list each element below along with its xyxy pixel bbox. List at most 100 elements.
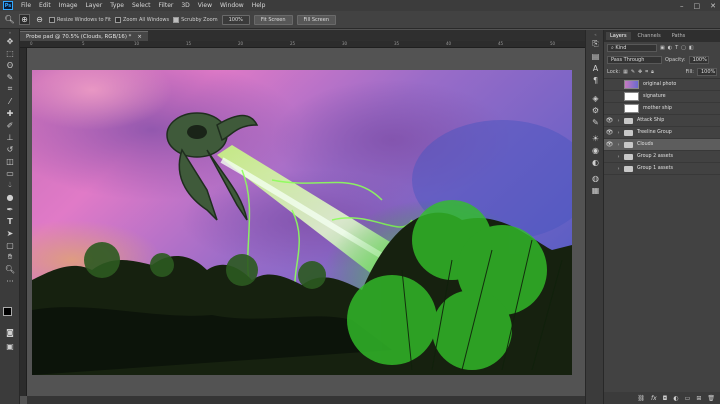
screen-mode-icon[interactable]: ▣ [0, 340, 20, 352]
more-tools-icon[interactable]: ··· [0, 275, 20, 287]
layer-row[interactable]: › Group 2 assets [604, 151, 720, 163]
fill-screen-button[interactable]: Fill Screen [296, 14, 337, 25]
horizontal-scrollbar[interactable] [27, 396, 585, 404]
adjustment-layer-icon[interactable]: ◐ [673, 395, 678, 402]
quick-mask-icon[interactable]: ◙ [0, 326, 20, 338]
layer-row[interactable]: › Group 1 assets [604, 163, 720, 175]
tab-layers[interactable]: Layers [606, 32, 631, 40]
pen-tool-icon[interactable]: ✒ [0, 203, 20, 215]
zoom-out-icon[interactable]: ⊖ [34, 14, 45, 25]
eye-icon[interactable]: 👁︎ [604, 141, 615, 148]
dodge-tool-icon[interactable]: ● [0, 191, 20, 203]
brush-tool-icon[interactable]: ✐ [0, 119, 20, 131]
layer-row[interactable]: mother ship [604, 103, 720, 115]
eye-icon[interactable]: 👁︎ [604, 117, 615, 124]
filter-smart-icon[interactable]: ◧ [689, 45, 694, 51]
filter-adjust-icon[interactable]: ◐ [668, 45, 672, 51]
zoom-all-windows-checkbox[interactable]: Zoom All Windows [115, 16, 169, 23]
menu-3d[interactable]: 3D [177, 2, 193, 9]
lock-pixels-icon[interactable]: ▦ [623, 69, 628, 75]
filter-kind-select[interactable]: ⌕ Kind [607, 44, 657, 52]
color-icon[interactable]: ◐ [586, 156, 605, 168]
adjustments-icon[interactable]: ⚙︎ [586, 104, 605, 116]
menu-image[interactable]: Image [55, 2, 82, 9]
opacity-field[interactable]: 100% [688, 56, 709, 64]
resize-windows-checkbox[interactable]: Resize Windows to Fit [49, 16, 111, 23]
menu-view[interactable]: View [194, 2, 216, 9]
filter-shape-icon[interactable]: ▢ [681, 45, 686, 51]
tab-channels[interactable]: Channels [634, 32, 665, 40]
new-group-icon[interactable]: ▭ [685, 395, 691, 402]
tab-paths[interactable]: Paths [668, 32, 690, 40]
document-canvas[interactable] [32, 70, 572, 375]
blend-mode-select[interactable]: Pass Through [607, 56, 662, 64]
paths-icon[interactable]: ◉ [586, 144, 605, 156]
fit-screen-button[interactable]: Fit Screen [253, 14, 293, 25]
menu-filter[interactable]: Filter [155, 2, 178, 9]
lasso-tool-icon[interactable]: ʘ [0, 59, 20, 71]
lock-all-icon[interactable]: 🔒︎ [651, 69, 654, 75]
close-tab-icon[interactable]: × [137, 34, 142, 40]
eyedropper-tool-icon[interactable]: ⁄ [0, 95, 20, 107]
quick-select-tool-icon[interactable]: ✎ [0, 71, 20, 83]
history-brush-tool-icon[interactable]: ↺ [0, 143, 20, 155]
lightbulb-icon[interactable]: ☀︎ [586, 132, 605, 144]
path-select-tool-icon[interactable]: ➤ [0, 227, 20, 239]
close-icon[interactable]: ✕ [710, 2, 716, 10]
lock-artboard-icon[interactable]: ⌗ [645, 69, 648, 75]
layer-row[interactable]: 👁︎ › Treeline Group [604, 127, 720, 139]
expand-icon[interactable]: « [586, 30, 605, 38]
maximize-icon[interactable]: □ [694, 2, 701, 10]
chevron-right-icon[interactable]: › [615, 154, 622, 160]
hand-tool-icon[interactable]: ✋︎ [0, 251, 20, 263]
lock-move-icon[interactable]: ✥ [638, 69, 642, 75]
chevron-right-icon[interactable]: › [615, 166, 622, 172]
zoom-tool-sidebar-icon[interactable]: 🔍︎ [0, 263, 20, 275]
marquee-tool-icon[interactable]: ⬚ [0, 47, 20, 59]
foreground-color[interactable] [3, 307, 12, 316]
fill-field[interactable]: 100% [697, 68, 717, 76]
history-icon[interactable]: ⎘ [586, 38, 605, 50]
document-tab[interactable]: Probe pad @ 70.5% (Clouds, RGB/16) * × [20, 31, 148, 41]
brush-settings-icon[interactable]: ✎ [586, 116, 605, 128]
move-tool-icon[interactable]: ✥ [0, 35, 20, 47]
healing-tool-icon[interactable]: ✚ [0, 107, 20, 119]
chevron-right-icon[interactable]: › [615, 130, 622, 136]
new-layer-icon[interactable]: ⊞ [696, 395, 701, 402]
type-tool-icon[interactable]: T [0, 215, 20, 227]
scrubby-zoom-checkbox[interactable]: Scrubby Zoom [173, 16, 218, 23]
menu-edit[interactable]: Edit [35, 2, 55, 9]
zoom-tool-icon[interactable]: 🔍︎ [4, 14, 15, 25]
menu-type[interactable]: Type [106, 2, 128, 9]
clone-stamp-tool-icon[interactable]: ⊥ [0, 131, 20, 143]
link-icon[interactable]: ⛓︎ [637, 395, 645, 402]
properties-icon[interactable]: ▤ [586, 50, 605, 62]
eraser-tool-icon[interactable]: ◫ [0, 155, 20, 167]
layer-row[interactable]: signature [604, 91, 720, 103]
menu-window[interactable]: Window [216, 2, 248, 9]
eye-icon[interactable]: 👁︎ [604, 129, 615, 136]
mask-icon[interactable]: ◘ [663, 395, 668, 402]
menu-file[interactable]: File [17, 2, 35, 9]
zoom-in-icon[interactable]: ⊕ [19, 14, 30, 25]
crop-tool-icon[interactable]: ⌗ [0, 83, 20, 95]
menu-select[interactable]: Select [128, 2, 155, 9]
color-swatches[interactable] [3, 307, 17, 321]
layers-icon[interactable]: ◈ [586, 92, 605, 104]
chevron-right-icon[interactable]: › [615, 142, 622, 148]
layer-row[interactable]: original photo [604, 79, 720, 91]
chevron-right-icon[interactable]: › [615, 118, 622, 124]
filter-type-icon[interactable]: T [675, 45, 678, 51]
swatches-icon[interactable]: ▦ [586, 184, 605, 196]
minimize-icon[interactable]: – [680, 2, 684, 10]
paragraph-icon[interactable]: ¶ [586, 74, 605, 86]
blur-tool-icon[interactable]: 💧︎ [0, 179, 20, 191]
styles-icon[interactable]: ◍ [586, 172, 605, 184]
menu-layer[interactable]: Layer [81, 2, 106, 9]
trash-icon[interactable]: 🗑︎ [707, 395, 715, 402]
character-icon[interactable]: A [586, 62, 605, 74]
layer-row-selected[interactable]: 👁︎ › Clouds [604, 139, 720, 151]
zoom-percent-field[interactable]: 100% [221, 14, 250, 25]
menu-help[interactable]: Help [248, 2, 270, 9]
shape-tool-icon[interactable]: ▢ [0, 239, 20, 251]
